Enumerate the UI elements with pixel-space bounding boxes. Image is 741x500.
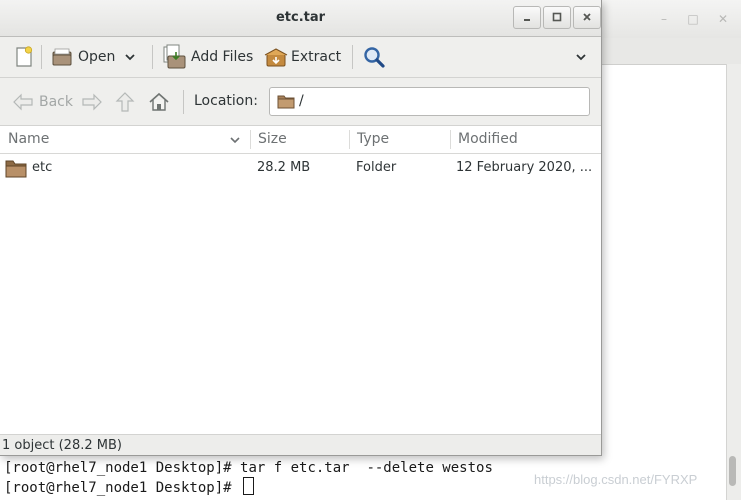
- folder-icon: [5, 160, 27, 178]
- watermark-text: https://blog.csdn.net/FYRXP: [534, 472, 698, 487]
- column-header-name[interactable]: Name: [8, 126, 49, 153]
- status-bar: 1 object (28.2 MB): [0, 434, 601, 455]
- add-files-button-label: Add Files: [191, 49, 254, 65]
- maximize-icon: [552, 12, 562, 22]
- column-header-modified[interactable]: Modified: [458, 126, 518, 153]
- extract-icon: [264, 48, 288, 67]
- minimize-icon: [524, 19, 530, 21]
- location-bar: Back Location: /: [0, 78, 601, 126]
- terminal-line: [root@rhel7_node1 Desktop]#: [4, 477, 255, 497]
- up-arrow-icon: [115, 91, 135, 112]
- open-archive-icon: [52, 48, 72, 66]
- location-path: /: [299, 93, 304, 109]
- back-arrow-icon: [13, 93, 33, 110]
- terminal-close-button[interactable]: ✕: [716, 12, 730, 26]
- search-icon: [364, 47, 385, 68]
- close-button[interactable]: [573, 6, 601, 29]
- window-title: etc.tar: [275, 10, 326, 25]
- folder-icon: [277, 95, 295, 109]
- terminal-maximize-button[interactable]: □: [686, 12, 700, 26]
- close-icon: [583, 13, 591, 21]
- terminal-cursor: [243, 477, 255, 495]
- open-button[interactable]: Open: [50, 37, 115, 77]
- new-archive-button[interactable]: [12, 37, 36, 77]
- toolbar-separator: [183, 90, 184, 114]
- terminal-prompt: [root@rhel7_node1 Desktop]#: [4, 480, 241, 496]
- column-divider[interactable]: [349, 130, 350, 149]
- terminal-scrollbar[interactable]: [726, 64, 741, 500]
- archive-manager-window: etc.tar Open Add Files Extract Back Loca…: [0, 0, 602, 456]
- minimize-button[interactable]: [513, 6, 541, 29]
- toolbar-separator: [352, 45, 353, 69]
- file-modified: 12 February 2020, ...: [456, 160, 593, 175]
- column-divider[interactable]: [450, 130, 451, 149]
- sort-chevron-down-icon[interactable]: [229, 134, 241, 146]
- add-files-button[interactable]: Add Files: [162, 37, 253, 77]
- up-button[interactable]: [114, 78, 136, 125]
- file-size: 28.2 MB: [257, 160, 311, 175]
- forward-button[interactable]: [80, 78, 104, 125]
- terminal-prompt: [root@rhel7_node1 Desktop]#: [4, 460, 241, 476]
- file-type: Folder: [356, 160, 397, 175]
- column-header-size[interactable]: Size: [258, 126, 287, 153]
- forward-arrow-icon: [82, 93, 102, 110]
- terminal-line: [root@rhel7_node1 Desktop]# tar f etc.ta…: [4, 458, 493, 478]
- file-list-header: Name Size Type Modified: [0, 126, 601, 154]
- toolbar-menu-button[interactable]: [575, 37, 587, 77]
- chevron-down-icon: [576, 54, 586, 61]
- home-icon: [149, 92, 169, 111]
- location-label: Location:: [194, 93, 258, 109]
- file-row[interactable]: etc 28.2 MB Folder 12 February 2020, ...: [0, 154, 601, 182]
- extract-button-label: Extract: [291, 49, 342, 65]
- toolbar-separator: [152, 45, 153, 69]
- file-name: etc: [32, 160, 53, 175]
- main-toolbar: Open Add Files Extract: [0, 37, 601, 78]
- terminal-minimize-button[interactable]: –: [657, 12, 671, 26]
- toolbar-separator: [41, 45, 42, 69]
- back-button-label: Back: [39, 93, 73, 110]
- terminal-scrollbar-thumb[interactable]: [729, 456, 736, 486]
- add-files-icon: [163, 44, 186, 69]
- terminal-command: tar f etc.tar --delete westos: [240, 460, 493, 476]
- location-field[interactable]: /: [269, 87, 590, 116]
- open-button-label: Open: [78, 49, 116, 65]
- column-divider[interactable]: [250, 130, 251, 149]
- chevron-down-icon: [125, 54, 135, 61]
- back-button[interactable]: Back: [11, 78, 73, 125]
- home-button[interactable]: [148, 78, 170, 125]
- open-dropdown-button[interactable]: [124, 37, 136, 77]
- window-titlebar: etc.tar: [0, 0, 601, 37]
- status-text: 1 object (28.2 MB): [2, 438, 122, 453]
- terminal-tab-strip: [602, 38, 741, 65]
- search-button[interactable]: [362, 37, 386, 77]
- extract-button[interactable]: Extract: [263, 37, 341, 77]
- maximize-button[interactable]: [543, 6, 571, 29]
- column-header-type[interactable]: Type: [357, 126, 389, 153]
- new-archive-icon: [16, 46, 33, 67]
